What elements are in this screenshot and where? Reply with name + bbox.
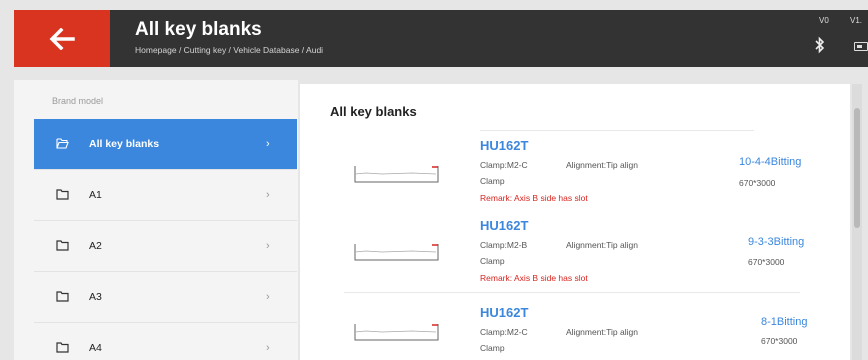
sidebar: Brand model All key blanks › A1 › A2 › A…	[14, 80, 298, 360]
sidebar-item-label: All key blanks	[89, 138, 160, 150]
key-name: HU162T	[480, 218, 529, 233]
sidebar-item-label: A1	[89, 189, 102, 201]
sidebar-item-label: A3	[89, 291, 102, 303]
sidebar-item-a2[interactable]: A2 ›	[34, 221, 297, 271]
top-bar: All key blanks Homepage / Cutting key / …	[14, 10, 868, 67]
folder-icon	[56, 240, 69, 251]
battery-icon	[854, 42, 868, 51]
key-clamp-label: Clamp	[480, 176, 505, 186]
key-blank-image	[354, 324, 439, 341]
sidebar-item-a1[interactable]: A1 ›	[34, 170, 297, 220]
key-bitting: 10-4-4Bitting	[739, 156, 802, 168]
sidebar-item-label: A2	[89, 240, 102, 252]
breadcrumb: Homepage / Cutting key / Vehicle Databas…	[135, 45, 324, 55]
divider	[344, 292, 800, 293]
folder-icon	[56, 342, 69, 353]
key-clamp: Clamp:M2-B	[480, 240, 528, 250]
page-title: All key blanks	[135, 19, 262, 40]
key-blank-image	[354, 244, 439, 261]
key-alignment: Alignment:Tip align	[566, 240, 638, 250]
chevron-right-icon: ›	[266, 189, 270, 201]
key-clamp: Clamp:M2-C	[480, 160, 528, 170]
folder-icon	[56, 291, 69, 302]
key-size: 670*3000	[761, 336, 798, 346]
folder-open-icon	[56, 138, 69, 149]
scrollbar[interactable]	[852, 84, 862, 360]
key-clamp: Clamp:M2-C	[480, 327, 528, 337]
sidebar-item-a3[interactable]: A3 ›	[34, 272, 297, 322]
sidebar-item-a4[interactable]: A4 ›	[34, 323, 297, 360]
chevron-right-icon: ›	[266, 291, 270, 303]
sidebar-item-all-key-blanks[interactable]: All key blanks ›	[34, 119, 297, 169]
key-alignment: Alignment:Tip align	[566, 327, 638, 337]
sidebar-item-label: A4	[89, 342, 102, 354]
key-blank-image	[354, 166, 439, 183]
key-alignment: Alignment:Tip align	[566, 160, 638, 170]
panel-title: All key blanks	[330, 104, 417, 119]
key-remark: Remark: Axis B side has slot	[480, 193, 588, 203]
key-name: HU162T	[480, 305, 529, 320]
key-size: 670*3000	[739, 178, 776, 188]
back-button[interactable]	[14, 10, 110, 67]
scrollbar-thumb[interactable]	[854, 108, 860, 228]
key-bitting: 9-3-3Bitting	[748, 236, 805, 248]
key-bitting: 8-1Bitting	[761, 316, 808, 328]
key-name: HU162T	[480, 138, 529, 153]
version-label-right: V1.	[850, 16, 863, 25]
key-clamp-label: Clamp	[480, 343, 505, 353]
key-clamp-label: Clamp	[480, 256, 505, 266]
arrow-left-icon	[49, 27, 75, 50]
chevron-right-icon: ›	[266, 342, 270, 354]
divider	[480, 130, 754, 131]
bluetooth-icon	[815, 36, 825, 54]
chevron-right-icon: ›	[266, 138, 270, 150]
folder-icon	[56, 189, 69, 200]
sidebar-heading: Brand model	[52, 96, 104, 106]
chevron-right-icon: ›	[266, 240, 270, 252]
key-list-panel: All key blanks HU162T Clamp:M2-C Alignme…	[300, 84, 850, 360]
version-label-left: V0	[819, 16, 829, 25]
key-size: 670*3000	[748, 257, 785, 267]
key-remark: Remark: Axis B side has slot	[480, 273, 588, 283]
